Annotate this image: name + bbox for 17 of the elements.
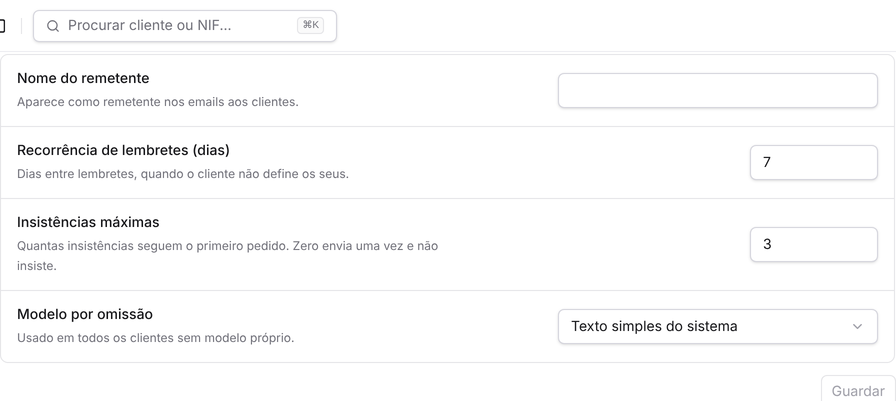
setting-label: Recorrência de lembretes (dias) (17, 141, 232, 161)
sidebar-toggle-icon[interactable] (0, 18, 5, 32)
text-field[interactable] (558, 73, 878, 108)
setting-description: Aparece como remetente nos emails aos clientes. (17, 93, 300, 111)
search-input[interactable]: Procurar cliente ou NIF... (68, 15, 290, 36)
setting-description: Dias entre lembretes, quando o cliente não define os seus. (17, 165, 350, 183)
number-field[interactable]: 7 (750, 145, 878, 180)
setting-description: Usado em todos os clientes sem modelo próprio. (17, 329, 296, 347)
shortcut-hint: ⌘K (297, 17, 324, 34)
setting-label: Modelo por omissão (17, 305, 154, 325)
search-icon (46, 18, 60, 32)
dropdown[interactable]: Texto simples do sistema (558, 309, 878, 344)
search-field[interactable]: Procurar cliente ou NIF... ⌘K (33, 10, 337, 42)
setting-label: Nome do remetente (17, 69, 150, 89)
number-field[interactable]: 3 (750, 227, 878, 262)
setting-description: Quantas insistências seguem o primeiro pedido. Zero envia uma vez e não insiste. (17, 237, 440, 275)
setting-label: Insistências máximas (17, 213, 161, 233)
